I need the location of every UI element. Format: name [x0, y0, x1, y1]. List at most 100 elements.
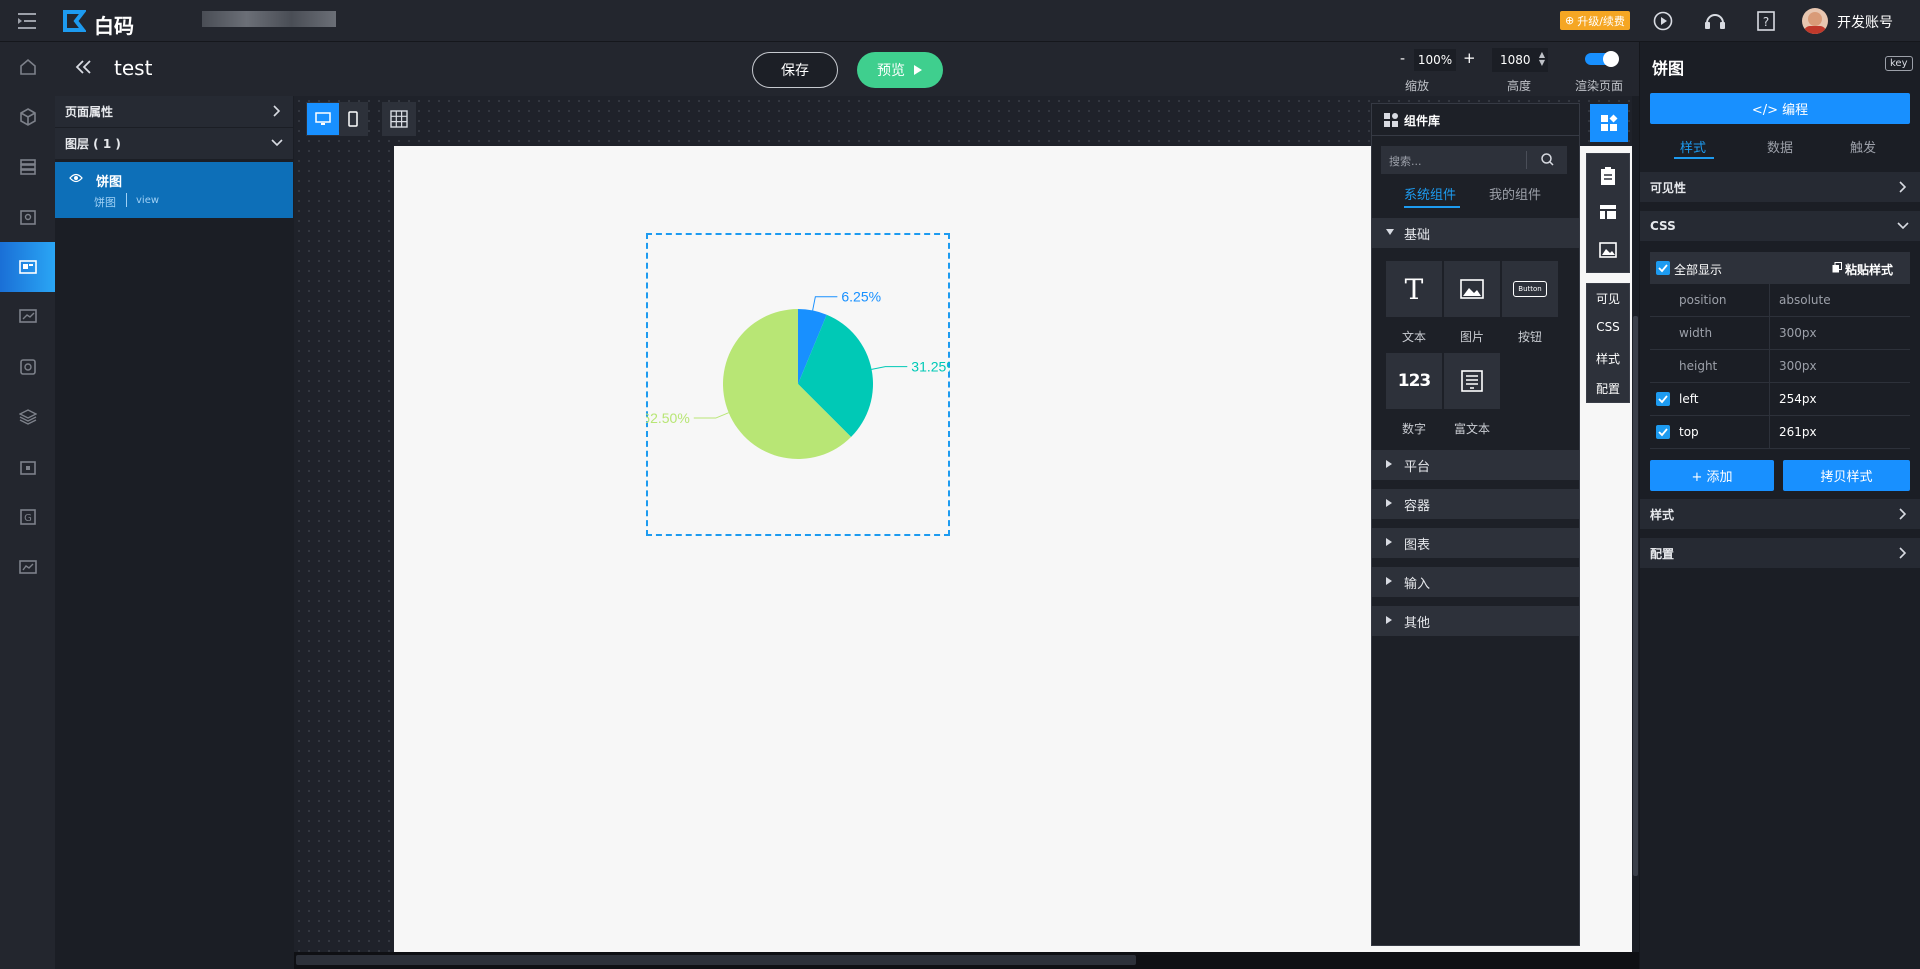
- upgrade-badge[interactable]: ⊕ 升级/续费: [1560, 11, 1630, 30]
- avatar[interactable]: [1802, 8, 1828, 34]
- preview-button[interactable]: 预览: [857, 52, 943, 88]
- tool-visible[interactable]: 可见: [1587, 290, 1629, 307]
- tab-my-components[interactable]: 我的组件: [1489, 184, 1541, 203]
- layout-icon[interactable]: [1599, 204, 1617, 220]
- account-name[interactable]: 开发账号: [1837, 12, 1893, 32]
- show-all-checkbox[interactable]: [1656, 261, 1670, 275]
- section-container[interactable]: 容器: [1372, 489, 1579, 519]
- help-icon[interactable]: ?: [1757, 11, 1775, 31]
- section-input[interactable]: 输入: [1372, 567, 1579, 597]
- paste-icon[interactable]: [1832, 262, 1842, 273]
- search-icon[interactable]: [1541, 153, 1554, 166]
- rail-cube-icon[interactable]: [0, 92, 55, 142]
- css-section[interactable]: CSS: [1640, 211, 1920, 241]
- menu-collapse-icon[interactable]: [18, 12, 38, 30]
- page-title: test: [114, 56, 153, 80]
- tab-style[interactable]: 样式: [1680, 137, 1706, 156]
- component-button-label: 按钮: [1517, 330, 1542, 344]
- clipboard-icon[interactable]: [1599, 166, 1617, 186]
- caret-right-icon: [1386, 577, 1392, 585]
- section-platform[interactable]: 平台: [1372, 450, 1579, 480]
- component-richtext[interactable]: [1443, 352, 1501, 410]
- add-property-button[interactable]: + 添加: [1650, 460, 1774, 491]
- render-page-toggle[interactable]: [1585, 51, 1619, 67]
- tab-system-components[interactable]: 系统组件: [1404, 184, 1456, 203]
- vertical-scrollbar[interactable]: [1632, 96, 1639, 953]
- grid-icon[interactable]: [382, 102, 416, 136]
- config-section[interactable]: 配置: [1640, 538, 1920, 568]
- prop-divider: [1769, 317, 1770, 350]
- rail-page-design-icon[interactable]: [0, 242, 55, 292]
- mobile-icon[interactable]: [339, 103, 367, 135]
- pie-label: 6.25%: [841, 289, 881, 305]
- desktop-icon[interactable]: [307, 103, 339, 135]
- eye-icon[interactable]: [69, 173, 83, 183]
- selected-pie-component[interactable]: 6.25% 31.25% 62.50%: [646, 233, 950, 536]
- rail-chart-icon[interactable]: [0, 292, 55, 342]
- css-prop-row[interactable]: width 300px: [1650, 317, 1910, 350]
- rail-settings-icon[interactable]: [0, 342, 55, 392]
- section-chart[interactable]: 图表: [1372, 528, 1579, 558]
- image-icon[interactable]: [1599, 242, 1617, 258]
- play-icon: [913, 64, 923, 76]
- tab-trigger[interactable]: 触发: [1850, 137, 1876, 156]
- prop-checkbox[interactable]: [1656, 392, 1670, 406]
- prop-value[interactable]: 300px: [1779, 359, 1817, 373]
- page-properties-row[interactable]: 页面属性: [55, 96, 293, 128]
- search-input[interactable]: 搜索...: [1389, 153, 1422, 169]
- zoom-input[interactable]: 100%: [1414, 49, 1456, 71]
- css-prop-row[interactable]: top 261px: [1650, 416, 1910, 449]
- visibility-section[interactable]: 可见性: [1640, 172, 1920, 202]
- component-search[interactable]: 搜索...: [1381, 146, 1567, 174]
- component-library-toggle-icon[interactable]: [1590, 104, 1628, 142]
- section-basic[interactable]: 基础: [1372, 218, 1579, 248]
- height-spinner-icon[interactable]: ▲ ▼: [1539, 51, 1545, 67]
- headset-icon[interactable]: [1704, 12, 1726, 30]
- tool-config[interactable]: 配置: [1587, 380, 1629, 397]
- component-text[interactable]: T: [1385, 260, 1443, 318]
- height-input[interactable]: 1080 ▲ ▼: [1492, 48, 1548, 72]
- save-button[interactable]: 保存: [752, 52, 838, 88]
- rail-form-icon[interactable]: [0, 192, 55, 242]
- css-prop-row[interactable]: left 254px: [1650, 383, 1910, 416]
- prop-key: left: [1679, 392, 1699, 406]
- layer-item-pie[interactable]: 饼图 饼图 view: [55, 162, 293, 218]
- zoom-minus-button[interactable]: -: [1400, 51, 1405, 67]
- prop-value[interactable]: 261px: [1779, 425, 1817, 439]
- prop-value[interactable]: absolute: [1779, 293, 1831, 307]
- zoom-plus-button[interactable]: +: [1463, 49, 1476, 67]
- rail-home-icon[interactable]: [0, 42, 55, 92]
- paste-style-button[interactable]: 粘贴样式: [1845, 261, 1893, 278]
- rail-g-icon[interactable]: G: [0, 492, 55, 542]
- copy-style-button[interactable]: 拷贝样式: [1783, 460, 1910, 491]
- css-toolbar: 全部显示 粘贴样式: [1650, 252, 1910, 284]
- section-other[interactable]: 其他: [1372, 606, 1579, 636]
- rail-layers-icon[interactable]: [0, 392, 55, 442]
- rail-report-icon[interactable]: [0, 542, 55, 592]
- css-prop-row[interactable]: position absolute: [1650, 284, 1910, 317]
- tool-css[interactable]: CSS: [1587, 320, 1629, 334]
- pie-chart: 6.25% 31.25% 62.50%: [646, 289, 950, 459]
- tool-style[interactable]: 样式: [1587, 350, 1629, 367]
- component-number[interactable]: 123: [1385, 352, 1443, 410]
- component-button[interactable]: Button: [1501, 260, 1559, 318]
- rail-database-icon[interactable]: [0, 142, 55, 192]
- prop-divider: [1769, 416, 1770, 449]
- rail-lock-icon[interactable]: [0, 442, 55, 492]
- key-badge[interactable]: key: [1885, 56, 1913, 71]
- play-circle-icon[interactable]: [1653, 11, 1673, 31]
- prop-value[interactable]: 254px: [1779, 392, 1817, 406]
- style-section[interactable]: 样式: [1640, 499, 1920, 529]
- layers-row[interactable]: 图层 ( 1 ): [55, 128, 293, 160]
- prop-divider: [1769, 350, 1770, 383]
- prop-value[interactable]: 300px: [1779, 326, 1817, 340]
- back-double-chevron-icon[interactable]: [75, 59, 93, 75]
- horizontal-scrollbar[interactable]: [294, 952, 1639, 969]
- search-divider: [1526, 151, 1527, 169]
- prop-checkbox[interactable]: [1656, 425, 1670, 439]
- component-image[interactable]: [1443, 260, 1501, 318]
- css-prop-row[interactable]: height 300px: [1650, 350, 1910, 383]
- top-bar: 白码 ⊕ 升级/续费 ? 开发账号: [0, 0, 1920, 42]
- tab-data[interactable]: 数据: [1767, 137, 1793, 156]
- code-edit-button[interactable]: </> 编程: [1650, 93, 1910, 124]
